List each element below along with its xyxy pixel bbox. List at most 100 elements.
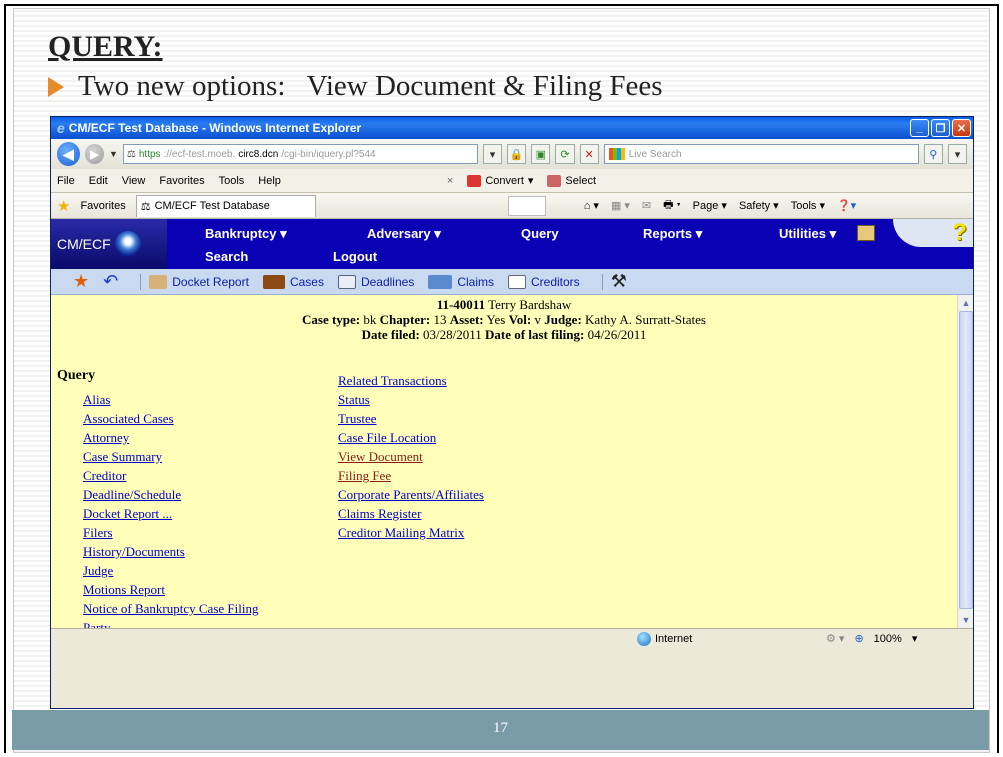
link-attorney[interactable]: Attorney — [83, 428, 258, 447]
nav-bankruptcy[interactable]: Bankruptcy ▾ — [205, 226, 287, 242]
link-view-document[interactable]: View Document — [338, 447, 484, 466]
ecf-icon-toolbar: ★ ↶ Docket Report Cases Deadlines Claims… — [51, 269, 973, 295]
menu-edit[interactable]: Edit — [89, 175, 108, 187]
select-button[interactable]: Select — [547, 174, 596, 187]
browser-tab[interactable]: ⚖ CM/ECF Test Database — [135, 194, 316, 217]
link-notice-of-bankruptcy[interactable]: Notice of Bankruptcy Case Filing — [83, 599, 258, 618]
link-related-transactions[interactable]: Related Transactions — [338, 371, 484, 390]
help-question-icon[interactable]: ? — [952, 219, 967, 247]
claims-button[interactable]: Claims — [428, 274, 494, 289]
favorite-star-icon[interactable]: ★ — [73, 271, 89, 292]
feeds-icon[interactable]: ▦ ▾ — [611, 199, 630, 212]
menu-tools[interactable]: Tools — [219, 175, 245, 187]
link-deadline-schedule[interactable]: Deadline/Schedule — [83, 485, 258, 504]
select-label: Select — [565, 174, 596, 187]
cases-label: Cases — [289, 274, 324, 289]
link-trustee[interactable]: Trustee — [338, 409, 484, 428]
nav-adversary[interactable]: Adversary ▾ — [367, 226, 441, 242]
convert-label: Convert — [485, 174, 524, 187]
help-icon[interactable]: ❓▾ — [837, 199, 856, 212]
menu-view[interactable]: View — [122, 175, 146, 187]
safety-menu[interactable]: Safety ▾ — [739, 199, 779, 212]
zoom-dropdown-icon[interactable]: ▾ — [912, 632, 918, 645]
scroll-down-icon[interactable]: ▼ — [959, 613, 973, 627]
link-alias[interactable]: Alias — [83, 390, 258, 409]
search-options-icon[interactable]: ▾ — [947, 144, 968, 164]
stop-icon[interactable]: ✕ — [579, 144, 599, 164]
docket-report-button[interactable]: Docket Report — [149, 274, 249, 289]
case-title: 11-40011 Terry Bardshaw — [51, 297, 957, 312]
history-dropdown-icon[interactable]: ▼ — [109, 149, 118, 159]
maximize-button[interactable]: ❐ — [931, 119, 950, 137]
favorites-star-icon[interactable]: ★ — [57, 197, 70, 215]
compatibility-icon[interactable]: ▣ — [531, 144, 551, 164]
hammer-icon[interactable]: ⚒ — [611, 271, 627, 292]
close-button[interactable]: ✕ — [952, 119, 971, 137]
link-docket-report[interactable]: Docket Report ... — [83, 504, 258, 523]
link-judge[interactable]: Judge — [83, 561, 258, 580]
vol-label: Vol: — [508, 312, 532, 327]
forward-button[interactable]: ▶ — [84, 144, 104, 164]
mail-icon[interactable]: ✉ — [642, 199, 651, 212]
zoom-control[interactable]: ⚙ ▾ ⊕ 100% ▾ — [826, 632, 918, 646]
toolbar-divider — [601, 273, 603, 290]
utilities-book-icon[interactable] — [857, 225, 875, 241]
refresh-icon[interactable]: ⟳ — [555, 144, 575, 164]
ecf-logo[interactable]: CM/ECF — [51, 219, 167, 269]
link-case-summary[interactable]: Case Summary — [83, 447, 258, 466]
favorites-label[interactable]: Favorites — [80, 200, 125, 212]
debtor-name: Terry Bardshaw — [488, 297, 572, 312]
link-creditor[interactable]: Creditor — [83, 466, 258, 485]
ie-window: e CM/ECF Test Database - Windows Interne… — [50, 116, 974, 709]
link-history-documents[interactable]: History/Documents — [83, 542, 258, 561]
back-arrow-icon[interactable]: ↶ — [103, 271, 118, 292]
nav-reports[interactable]: Reports ▾ — [643, 226, 702, 242]
deadlines-button[interactable]: Deadlines — [337, 274, 415, 289]
protected-mode-icon[interactable]: ⚙ ▾ — [826, 632, 844, 645]
link-claims-register[interactable]: Claims Register — [338, 504, 484, 523]
nav-logout[interactable]: Logout — [333, 249, 377, 264]
link-associated-cases[interactable]: Associated Cases — [83, 409, 258, 428]
new-tab-button[interactable] — [507, 195, 546, 216]
scroll-up-icon[interactable]: ▲ — [959, 296, 973, 310]
link-corporate-parents[interactable]: Corporate Parents/Affiliates — [338, 485, 484, 504]
deadlines-label: Deadlines — [360, 274, 415, 289]
scroll-thumb[interactable] — [959, 311, 973, 609]
convert-button[interactable]: Convert ▾ — [467, 174, 533, 187]
back-button[interactable]: ◀ — [57, 142, 80, 166]
url-dropdown-icon[interactable]: ▾ — [482, 144, 503, 164]
cases-button[interactable]: Cases — [262, 274, 324, 289]
nav-query[interactable]: Query — [521, 226, 559, 241]
link-filing-fee[interactable]: Filing Fee — [338, 466, 484, 485]
nav-utilities[interactable]: Utilities ▾ — [779, 226, 836, 242]
claims-icon — [428, 274, 453, 289]
home-icon[interactable]: ⌂ ▾ — [584, 199, 599, 212]
link-filers[interactable]: Filers — [83, 523, 258, 542]
minimize-button[interactable]: _ — [910, 119, 929, 137]
tab-site-icon: ⚖ — [140, 200, 151, 213]
url-host: circ8.dcn — [238, 148, 279, 160]
link-creditor-mailing-matrix[interactable]: Creditor Mailing Matrix — [338, 523, 484, 542]
link-motions-report[interactable]: Motions Report — [83, 580, 258, 599]
page-menu[interactable]: Page ▾ — [693, 199, 727, 212]
docket-icon — [149, 274, 168, 289]
search-icon[interactable]: ⚲ — [923, 144, 943, 164]
vertical-scrollbar[interactable]: ▲ ▼ — [957, 295, 973, 628]
tools-menu[interactable]: Tools ▾ — [791, 199, 825, 212]
link-case-file-location[interactable]: Case File Location — [338, 428, 484, 447]
menu-help[interactable]: Help — [258, 175, 281, 187]
chapter-label: Chapter: — [379, 312, 431, 327]
creditors-button[interactable]: Creditors — [508, 274, 580, 289]
nav-search[interactable]: Search — [205, 249, 248, 264]
window-controls: _ ❐ ✕ — [910, 119, 971, 137]
lock-icon[interactable]: 🔒 — [507, 144, 527, 164]
search-input[interactable]: Live Search — [603, 144, 919, 164]
print-icon[interactable]: 🖶 ▾ — [663, 196, 681, 215]
query-heading: Query — [57, 368, 96, 383]
close-toolbar-icon[interactable]: × — [447, 175, 453, 187]
link-party[interactable]: Party — [83, 618, 258, 628]
url-field[interactable]: ⚖ https://ecf-test.moeb. circ8.dcn/cgi-bi… — [122, 144, 478, 164]
link-status[interactable]: Status — [338, 390, 484, 409]
menu-file[interactable]: File — [57, 175, 75, 187]
menu-favorites[interactable]: Favorites — [159, 175, 204, 187]
